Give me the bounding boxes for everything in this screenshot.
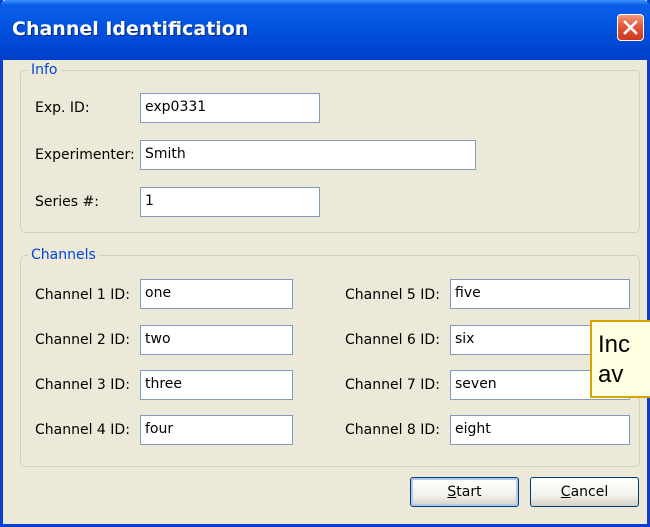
info-group-legend: Info bbox=[28, 60, 61, 80]
title-bar[interactable]: Channel Identification bbox=[0, 0, 650, 60]
cancel-button-label: ancel bbox=[570, 484, 609, 500]
channel-4-label: Channel 4 ID: bbox=[35, 422, 130, 438]
channel-2-field[interactable]: two bbox=[140, 325, 293, 355]
window-title: Channel Identification bbox=[12, 18, 249, 40]
channel-8-label: Channel 8 ID: bbox=[345, 422, 440, 438]
channel-5-label: Channel 5 ID: bbox=[345, 287, 440, 303]
channel-1-field[interactable]: one bbox=[140, 279, 293, 309]
close-icon bbox=[623, 20, 638, 35]
callout-tooltip: Inc av bbox=[590, 320, 650, 398]
exp-id-label: Exp. ID: bbox=[35, 100, 90, 116]
start-button-mnemonic: S bbox=[447, 484, 457, 500]
channel-4-field[interactable]: four bbox=[140, 415, 293, 445]
callout-text: Inc av bbox=[598, 330, 630, 390]
cancel-button-mnemonic: C bbox=[560, 484, 571, 500]
series-field[interactable]: 1 bbox=[140, 187, 320, 217]
experimenter-field[interactable]: Smith bbox=[140, 140, 476, 170]
channel-8-field[interactable]: eight bbox=[450, 415, 630, 445]
channel-7-label: Channel 7 ID: bbox=[345, 377, 440, 393]
channel-2-label: Channel 2 ID: bbox=[35, 332, 130, 348]
channel-5-field[interactable]: five bbox=[450, 279, 630, 309]
series-label: Series #: bbox=[35, 194, 99, 210]
experimenter-label: Experimenter: bbox=[35, 147, 135, 163]
close-button[interactable] bbox=[617, 14, 644, 41]
callout-line-1: Inc bbox=[598, 331, 631, 358]
channel-6-label: Channel 6 ID: bbox=[345, 332, 440, 348]
start-button[interactable]: Start bbox=[410, 477, 519, 507]
callout-line-2: av bbox=[598, 361, 624, 388]
channel-3-label: Channel 3 ID: bbox=[35, 377, 130, 393]
channel-3-field[interactable]: three bbox=[140, 370, 293, 400]
channel-1-label: Channel 1 ID: bbox=[35, 287, 130, 303]
exp-id-field[interactable]: exp0331 bbox=[140, 93, 320, 123]
channels-group-legend: Channels bbox=[28, 245, 99, 265]
start-button-label: tart bbox=[456, 484, 482, 500]
cancel-button[interactable]: Cancel bbox=[530, 477, 639, 507]
dialog-window: Channel Identification Info Exp. ID: exp… bbox=[0, 0, 650, 527]
